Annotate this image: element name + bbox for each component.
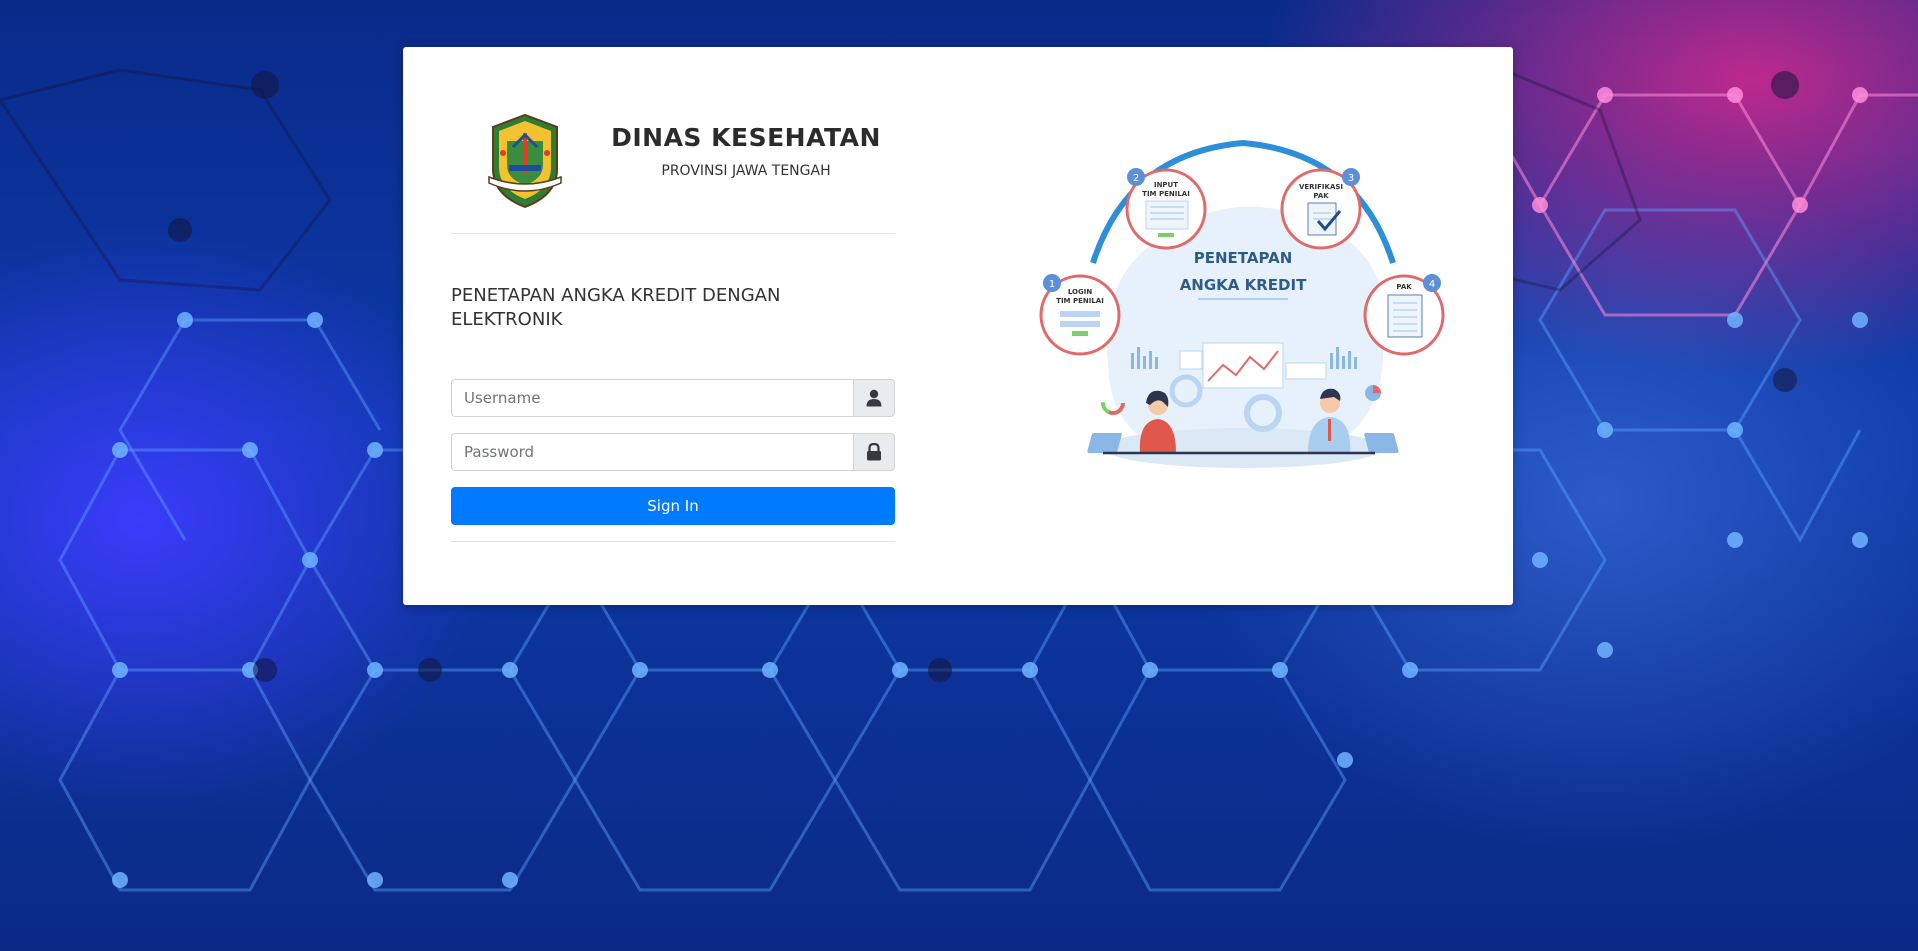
step-login-tim-penilai: 1 LOGIN TIM PENILAI <box>1039 274 1121 356</box>
step-1-line2: TIM PENILAI <box>1056 297 1104 305</box>
step-1-number: 1 <box>1049 279 1055 290</box>
password-group <box>451 433 895 471</box>
step-input-tim-penilai: 2 INPUT TIM PENILAI <box>1125 168 1207 250</box>
password-input[interactable] <box>451 433 853 471</box>
pak-process-illustration: PENETAPAN ANGKA KREDIT 1 LOGIN TIM PENIL… <box>1039 139 1445 468</box>
divider-top <box>451 233 895 234</box>
step-3-line1: VERIFIKASI <box>1299 183 1343 191</box>
org-header: DINAS KESEHATAN PROVINSI JAWA TENGAH <box>451 113 895 213</box>
username-addon <box>853 379 895 417</box>
illustration-title-line2: ANGKA KREDIT <box>1180 276 1307 294</box>
org-subtitle: PROVINSI JAWA TENGAH <box>661 163 831 179</box>
username-group <box>451 379 895 417</box>
user-icon <box>866 389 882 407</box>
lock-icon <box>867 443 881 461</box>
step-4-line1: PAK <box>1396 283 1412 291</box>
step-3-line2: PAK <box>1313 192 1329 200</box>
divider-bottom <box>451 541 895 542</box>
step-1-line1: LOGIN <box>1068 288 1093 296</box>
login-card: DINAS KESEHATAN PROVINSI JAWA TENGAH PEN… <box>403 47 1513 605</box>
username-input[interactable] <box>451 379 853 417</box>
step-2-line1: INPUT <box>1154 181 1178 189</box>
step-verifikasi-pak: 3 VERIFIKASI PAK <box>1280 168 1362 250</box>
step-pak: 4 PAK <box>1363 274 1445 356</box>
step-3-number: 3 <box>1348 173 1354 184</box>
sign-in-button[interactable]: Sign In <box>451 487 895 525</box>
province-emblem-logo <box>488 113 562 209</box>
password-addon <box>853 433 895 471</box>
step-4-number: 4 <box>1429 279 1435 290</box>
illustration-title-line1: PENETAPAN <box>1194 249 1293 267</box>
app-title: PENETAPAN ANGKA KREDIT DENGAN ELEKTRONIK <box>451 285 781 330</box>
org-name: DINAS KESEHATAN <box>611 123 881 152</box>
step-2-number: 2 <box>1133 173 1139 184</box>
step-2-line2: TIM PENILAI <box>1142 190 1190 198</box>
